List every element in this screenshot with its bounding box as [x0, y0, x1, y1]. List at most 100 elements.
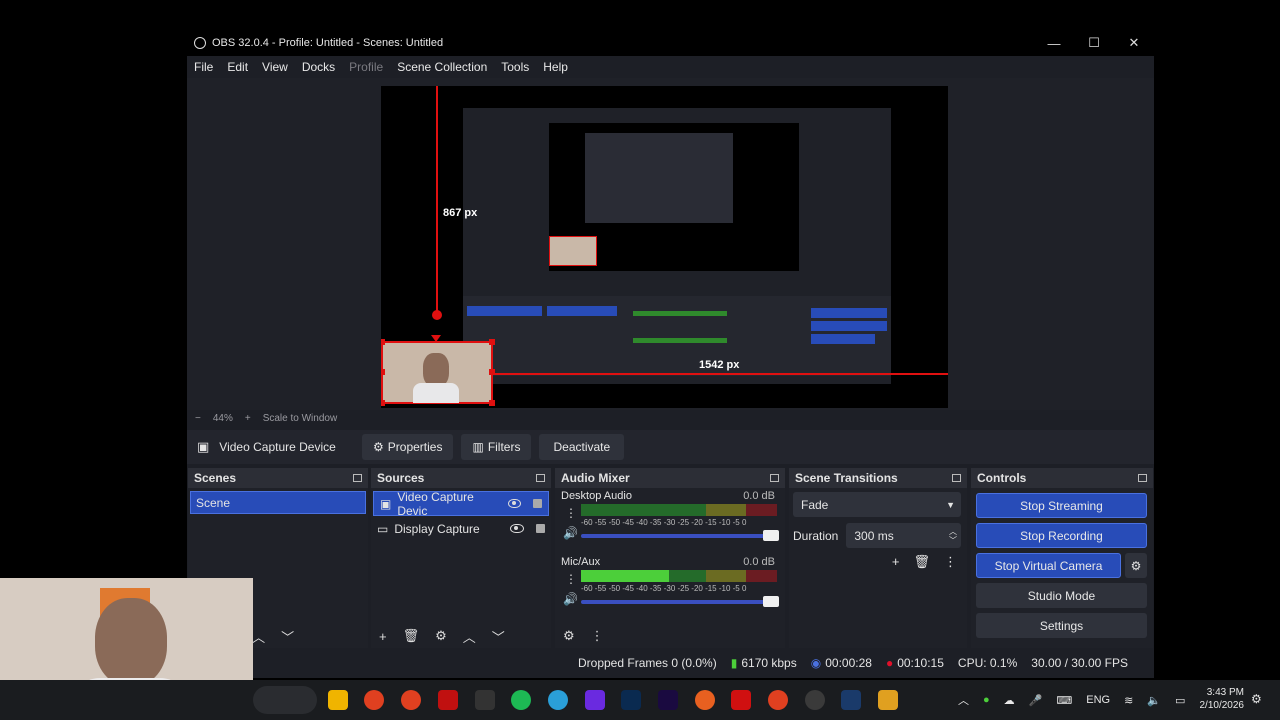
app-icon[interactable]	[475, 690, 495, 710]
source-item-display-capture[interactable]: ▭ Display Capture	[371, 516, 551, 541]
cloud-icon[interactable]: ☁	[1004, 694, 1015, 707]
undock-icon[interactable]	[536, 474, 545, 482]
settings-button[interactable]: Settings	[976, 613, 1147, 638]
chrome-profile-icon[interactable]	[401, 690, 421, 710]
chevron-up-icon[interactable]: ︿	[252, 627, 265, 646]
photoshop-icon[interactable]	[621, 690, 641, 710]
duration-spinbox[interactable]: 300 ms ︿ ﹀	[846, 523, 961, 548]
chevron-up-icon[interactable]: ︿	[463, 627, 476, 646]
menu-view[interactable]: View	[255, 60, 295, 74]
volume-icon[interactable]: 🔈	[1147, 694, 1161, 707]
undock-icon[interactable]	[1138, 474, 1147, 482]
remove-source-icon[interactable]: 🗑	[403, 628, 420, 644]
keyboard-icon[interactable]: ⌨	[1056, 694, 1072, 707]
stop-virtual-camera-button[interactable]: Stop Virtual Camera	[976, 553, 1121, 578]
source-item-video-capture[interactable]: ▣ Video Capture Devic	[373, 490, 549, 518]
chrome-icon[interactable]	[364, 690, 384, 710]
lock-icon[interactable]	[533, 499, 543, 508]
bitrate: 6170 kbps	[741, 656, 797, 670]
spin-arrows-icon[interactable]: ︿ ﹀	[949, 527, 957, 545]
selected-source-box[interactable]	[381, 335, 495, 406]
language-indicator[interactable]: ENG	[1086, 694, 1110, 706]
menu-help[interactable]: Help	[536, 60, 575, 74]
preview-canvas[interactable]: 867 px 1542 px	[381, 86, 948, 408]
undock-icon[interactable]	[770, 474, 779, 482]
filter-icon: ▥	[472, 440, 484, 454]
tray-overflow-icon[interactable]: ︿	[958, 692, 969, 708]
add-transition-icon[interactable]: +	[892, 554, 900, 570]
menu-profile[interactable]: Profile	[342, 60, 390, 74]
chrome-icon[interactable]	[768, 690, 788, 710]
lock-icon[interactable]	[536, 524, 545, 533]
filters-button[interactable]: ▥ Filters	[461, 434, 532, 460]
chevron-down-icon[interactable]: ﹀	[281, 627, 294, 646]
undock-icon[interactable]	[952, 474, 961, 482]
duration-row: Duration 300 ms ︿ ﹀	[793, 523, 961, 548]
scene-item-label: Scene	[196, 495, 231, 510]
transition-select[interactable]: Fade ▼	[793, 492, 961, 517]
telegram-icon[interactable]	[548, 690, 568, 710]
deactivate-button[interactable]: Deactivate	[539, 434, 625, 460]
properties-label: Properties	[387, 440, 443, 454]
scale-mode[interactable]: Scale to Window	[263, 413, 337, 424]
premiere-icon[interactable]	[658, 690, 678, 710]
menu-docks[interactable]: Docks	[295, 60, 342, 74]
more-options-icon[interactable]: ⋮	[591, 628, 604, 644]
microphone-icon[interactable]: 🎤	[1029, 694, 1043, 707]
menu-file[interactable]: File	[187, 60, 220, 74]
visibility-eye-icon[interactable]	[510, 524, 524, 533]
maximize-button[interactable]: ☐	[1074, 30, 1114, 56]
gear-icon[interactable]: ⚙	[435, 628, 447, 644]
visibility-eye-icon[interactable]	[508, 499, 522, 508]
add-source-icon[interactable]: +	[379, 629, 387, 644]
gear-icon[interactable]: ⚙	[1125, 553, 1147, 578]
more-options-icon[interactable]: ⋮	[565, 506, 577, 520]
volume-knob[interactable]	[763, 596, 779, 607]
zoom-level: 44%	[212, 412, 233, 424]
menu-edit[interactable]: Edit	[220, 60, 255, 74]
volume-slider[interactable]	[581, 596, 779, 607]
app-icon[interactable]	[878, 690, 898, 710]
speaker-icon[interactable]: 🔊	[563, 526, 578, 540]
more-options-icon[interactable]: ⋮	[944, 554, 957, 570]
status-bar: Dropped Frames 0 (0.0%) ▮ 6170 kbps ◉ 00…	[187, 650, 1154, 676]
notification-icon[interactable]: ⚙	[1251, 692, 1262, 706]
bootstrap-icon[interactable]	[585, 690, 605, 710]
stop-streaming-button[interactable]: Stop Streaming	[976, 493, 1147, 518]
obs-window: OBS 32.0.4 - Profile: Untitled - Scenes:…	[187, 30, 1154, 678]
steam-icon[interactable]	[841, 690, 861, 710]
spotify-icon[interactable]	[511, 690, 531, 710]
zoom-in-button[interactable]: +	[245, 413, 251, 424]
properties-button[interactable]: ⚙ Properties	[362, 434, 454, 460]
undock-icon[interactable]	[353, 474, 362, 482]
studio-mode-button[interactable]: Studio Mode	[976, 583, 1147, 608]
file-explorer-icon[interactable]	[328, 690, 348, 710]
clock[interactable]: 3:43 PM 2/10/2026	[1194, 686, 1245, 712]
signal-bars-icon: ▮	[730, 656, 738, 670]
speaker-icon[interactable]: 🔊	[563, 592, 578, 606]
battery-icon[interactable]: ▭	[1175, 694, 1185, 707]
menu-scene-collection[interactable]: Scene Collection	[390, 60, 494, 74]
chevron-down-icon[interactable]: ﹀	[492, 627, 505, 646]
more-options-icon[interactable]: ⋮	[565, 572, 577, 586]
close-button[interactable]: ✕	[1114, 30, 1154, 56]
rotate-handle[interactable]	[432, 310, 442, 320]
acrobat-icon[interactable]	[438, 690, 458, 710]
lightshot-icon[interactable]	[731, 690, 751, 710]
volume-slider[interactable]	[581, 530, 779, 541]
scene-item[interactable]: Scene	[190, 491, 366, 514]
firefox-icon[interactable]	[695, 690, 715, 710]
zoom-out-button[interactable]: −	[195, 413, 201, 424]
wifi-icon[interactable]: ≋	[1124, 694, 1133, 707]
remove-transition-icon[interactable]: 🗑	[913, 554, 930, 570]
app-tray-icon[interactable]: ●	[983, 694, 990, 706]
minimize-button[interactable]: —	[1034, 30, 1074, 56]
gear-icon[interactable]: ⚙	[563, 628, 575, 644]
menu-tools[interactable]: Tools	[494, 60, 536, 74]
transition-value: Fade	[801, 497, 829, 512]
obs-taskbar-icon[interactable]	[805, 690, 825, 710]
volume-knob[interactable]	[763, 530, 779, 541]
stop-recording-button[interactable]: Stop Recording	[976, 523, 1147, 548]
audio-mixer-body: Desktop Audio 0.0 dB ⋮ -60 -55 -50 -45 -…	[555, 488, 785, 648]
search-box[interactable]	[253, 686, 317, 714]
